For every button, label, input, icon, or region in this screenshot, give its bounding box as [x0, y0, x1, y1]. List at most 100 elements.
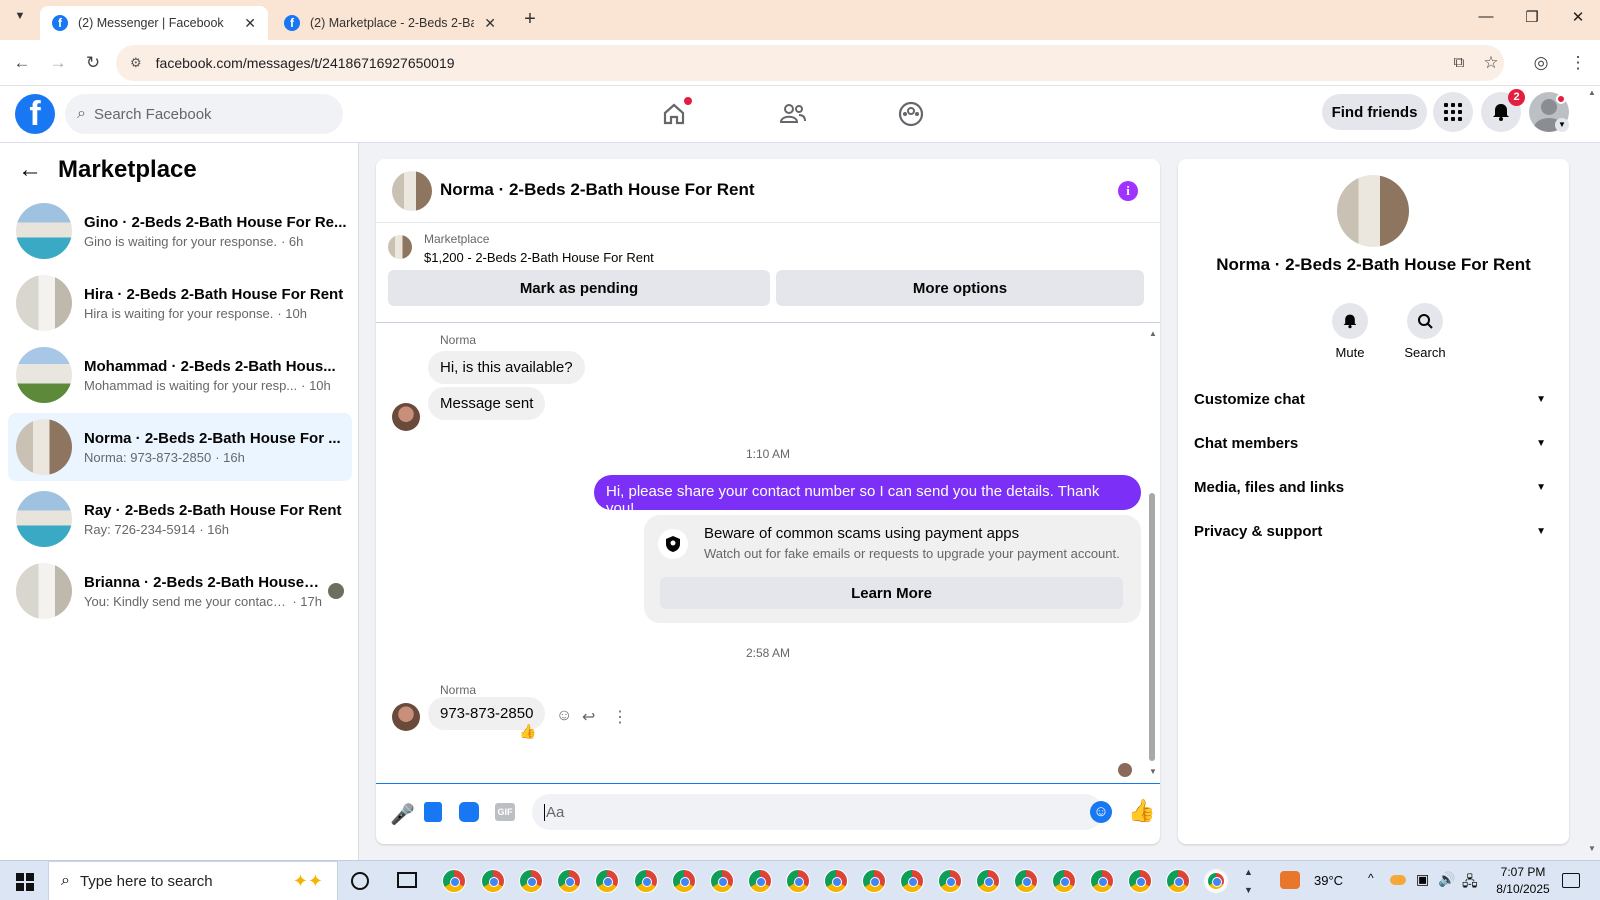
- message-bubble[interactable]: Message sent: [428, 387, 546, 420]
- profile-icon[interactable]: ◎: [1528, 50, 1554, 76]
- tab-marketplace[interactable]: f (2) Marketplace - 2-Beds 2-Bath ✕: [272, 6, 508, 40]
- conversation-item[interactable]: Hira · 2-Beds 2-Bath House For Rent Hira…: [8, 269, 352, 337]
- customize-chat-section[interactable]: Customize chat ▼: [1194, 379, 1554, 419]
- page-scrollbar[interactable]: ▲ ▼: [1586, 88, 1598, 858]
- conversation-item-selected[interactable]: Norma · 2-Beds 2-Bath House For ... Norm…: [8, 413, 352, 481]
- groups-icon[interactable]: [891, 96, 931, 132]
- chrome-taskbar-icon[interactable]: [595, 869, 619, 893]
- facebook-search-input[interactable]: ⌕ Search Facebook: [65, 94, 343, 134]
- chat-members-section[interactable]: Chat members ▼: [1194, 423, 1554, 463]
- tray-meet-icon[interactable]: ▣: [1416, 871, 1429, 888]
- reply-icon[interactable]: ↩: [582, 707, 595, 727]
- account-chevron-icon[interactable]: ▼: [1555, 118, 1569, 132]
- minimize-icon[interactable]: —: [1466, 8, 1506, 32]
- taskbar-search-box[interactable]: ⌕ Type here to search ✦✦: [48, 861, 338, 900]
- listing-thumbnail[interactable]: [388, 235, 412, 259]
- chrome-taskbar-icon[interactable]: [1128, 869, 1152, 893]
- chrome-taskbar-icon[interactable]: [862, 869, 886, 893]
- chrome-taskbar-icon[interactable]: [710, 869, 734, 893]
- chrome-taskbar-icon[interactable]: [824, 869, 848, 893]
- chrome-taskbar-icon[interactable]: [938, 869, 962, 893]
- my-message-bubble[interactable]: Hi, please share your contact number so …: [594, 475, 1141, 517]
- show-hidden-icons[interactable]: ^: [1368, 871, 1374, 885]
- close-tab-icon[interactable]: ✕: [244, 15, 256, 32]
- clock-time[interactable]: 7:07 PM: [1490, 865, 1556, 879]
- taskbar-scroll-arrows[interactable]: ▲ ▼: [1244, 863, 1253, 899]
- message-input[interactable]: Aa: [532, 794, 1103, 830]
- back-icon[interactable]: ←: [9, 50, 35, 76]
- home-icon[interactable]: [654, 96, 694, 132]
- voice-clip-icon[interactable]: 🎤: [390, 802, 415, 827]
- action-center-icon[interactable]: [1562, 873, 1580, 888]
- chrome-taskbar-icon[interactable]: [634, 869, 658, 893]
- media-files-links-section[interactable]: Media, files and links ▼: [1194, 467, 1554, 507]
- chrome-taskbar-icon[interactable]: [1166, 869, 1190, 893]
- windows-start-icon[interactable]: [16, 873, 34, 891]
- conversation-item[interactable]: Ray · 2-Beds 2-Bath House For Rent Ray: …: [8, 485, 352, 553]
- chrome-taskbar-icon[interactable]: [1090, 869, 1114, 893]
- install-app-icon[interactable]: ⧉: [1446, 50, 1472, 76]
- url-field[interactable]: ⚙ facebook.com/messages/t/24186716927650…: [116, 45, 1504, 81]
- tab-messenger[interactable]: f (2) Messenger | Facebook ✕: [40, 6, 268, 40]
- network-icon[interactable]: 🖧: [1462, 871, 1478, 895]
- chrome-taskbar-icon[interactable]: [900, 869, 924, 893]
- conversation-item[interactable]: Mohammad · 2-Beds 2-Bath Hous... Mohamma…: [8, 341, 352, 409]
- chrome-taskbar-icon[interactable]: [1052, 869, 1076, 893]
- more-options-button[interactable]: More options: [776, 270, 1144, 306]
- chat-avatar[interactable]: [392, 171, 432, 211]
- chrome-taskbar-icon[interactable]: [672, 869, 696, 893]
- send-like-icon[interactable]: 👍: [1128, 798, 1155, 824]
- window-close-icon[interactable]: ✕: [1558, 8, 1598, 32]
- search-in-conversation-button[interactable]: Search: [1398, 303, 1452, 360]
- more-actions-icon[interactable]: ⋮: [612, 707, 628, 727]
- message-bubble[interactable]: Hi, is this available?: [428, 351, 585, 384]
- facebook-logo-icon[interactable]: f: [15, 94, 55, 134]
- chat-title[interactable]: Norma · 2-Beds 2-Bath House For Rent: [440, 180, 755, 200]
- task-view-icon[interactable]: [397, 872, 417, 888]
- site-info-icon[interactable]: ⚙: [130, 55, 142, 71]
- chrome-taskbar-icon[interactable]: [442, 869, 466, 893]
- back-arrow-icon[interactable]: ←: [18, 156, 42, 184]
- conversation-info-icon[interactable]: i: [1118, 181, 1138, 201]
- chrome-taskbar-icon[interactable]: [786, 869, 810, 893]
- volume-icon[interactable]: 🔊: [1438, 871, 1455, 888]
- conversation-item[interactable]: Gino · 2-Beds 2-Bath House For Re... Gin…: [8, 197, 352, 265]
- new-tab-button[interactable]: +: [518, 8, 542, 32]
- chrome-taskbar-icon[interactable]: [557, 869, 581, 893]
- chrome-taskbar-icon[interactable]: [481, 869, 505, 893]
- friends-icon[interactable]: [773, 96, 813, 132]
- learn-more-button[interactable]: Learn More: [660, 577, 1123, 609]
- weather-icon[interactable]: [1280, 871, 1300, 889]
- browser-menu-icon[interactable]: ⋮: [1565, 50, 1591, 76]
- bookmark-star-icon[interactable]: ☆: [1478, 50, 1504, 76]
- cortana-icon[interactable]: [351, 872, 369, 890]
- thumbs-up-reaction-icon[interactable]: 👍: [519, 723, 536, 740]
- restore-icon[interactable]: ❐: [1512, 8, 1552, 32]
- temperature[interactable]: 39°C: [1314, 873, 1343, 888]
- close-tab-icon[interactable]: ✕: [484, 15, 496, 32]
- emoji-icon[interactable]: ☺: [1090, 801, 1112, 823]
- tab-search-button[interactable]: ▼: [10, 10, 30, 30]
- mute-button[interactable]: Mute: [1330, 303, 1370, 360]
- sticker-icon[interactable]: [459, 802, 479, 822]
- find-friends-button[interactable]: Find friends: [1322, 94, 1427, 130]
- chrome-taskbar-icon[interactable]: [1204, 869, 1228, 893]
- chrome-taskbar-icon[interactable]: [1014, 869, 1038, 893]
- chrome-taskbar-icon[interactable]: [519, 869, 543, 893]
- menu-grid-icon[interactable]: [1433, 92, 1473, 132]
- mark-as-pending-button[interactable]: Mark as pending: [388, 270, 770, 306]
- listing-title[interactable]: $1,200 - 2-Beds 2-Bath House For Rent: [424, 250, 654, 265]
- chrome-taskbar-icon[interactable]: [976, 869, 1000, 893]
- attach-photo-icon[interactable]: [424, 802, 442, 822]
- privacy-support-section[interactable]: Privacy & support ▼: [1194, 511, 1554, 551]
- tray-app-icon[interactable]: [1390, 875, 1406, 885]
- details-avatar[interactable]: [1337, 175, 1409, 247]
- chrome-taskbar-icon[interactable]: [748, 869, 772, 893]
- clock-date[interactable]: 8/10/2025: [1490, 882, 1556, 896]
- forward-icon[interactable]: →: [45, 50, 71, 76]
- react-emoji-icon[interactable]: ☺: [556, 707, 572, 725]
- conversation-item[interactable]: Brianna · 2-Beds 2-Bath House F... You: …: [8, 557, 352, 625]
- gif-icon[interactable]: GIF: [495, 803, 515, 821]
- reload-icon[interactable]: ↻: [80, 50, 106, 76]
- thread-scrollbar[interactable]: ▲ ▼: [1148, 329, 1157, 777]
